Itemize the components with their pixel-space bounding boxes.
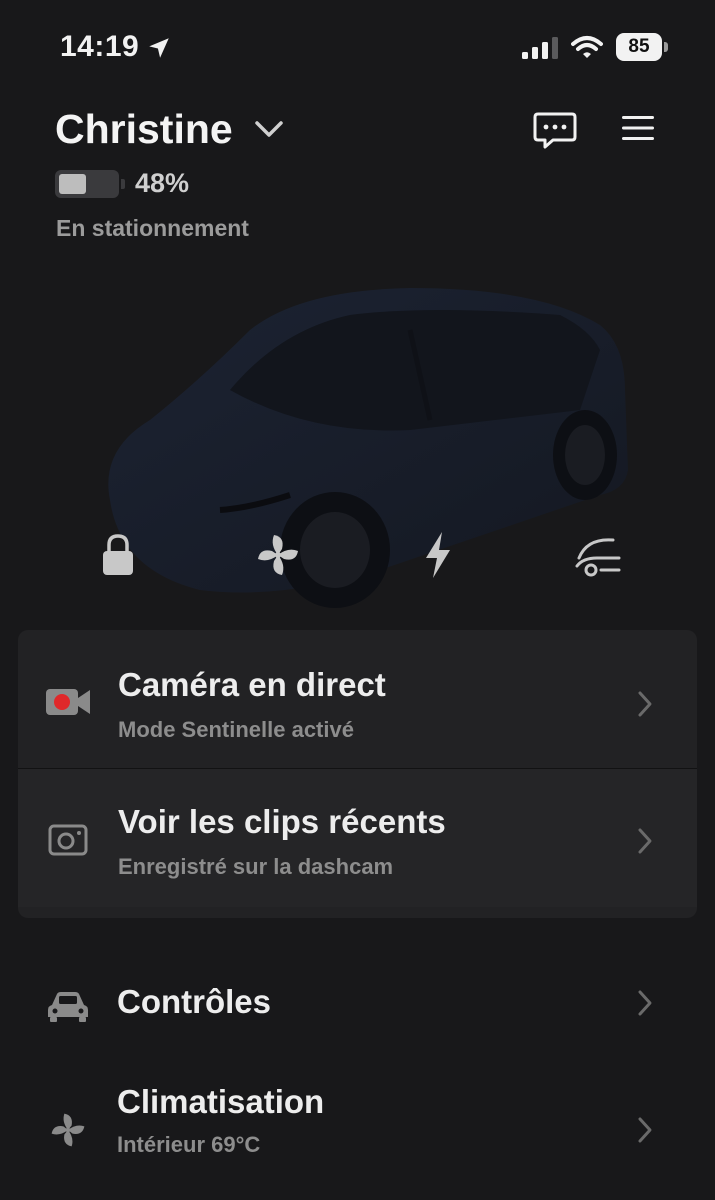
dashcam-icon [48, 824, 88, 856]
menu-icon[interactable] [621, 114, 655, 142]
fan-icon[interactable] [253, 530, 303, 580]
chevron-right-icon [638, 828, 652, 854]
recent-clips-subtitle: Enregistré sur la dashcam [118, 854, 394, 879]
cellular-signal-icon [522, 37, 558, 59]
vehicle-battery-icon [55, 170, 125, 198]
battery-icon: 85 [616, 33, 668, 61]
chat-icon[interactable] [533, 110, 577, 150]
video-camera-icon [46, 689, 90, 715]
camera-card: Caméra en direct Mode Sentinelle activé … [18, 630, 697, 918]
menu-item-controls[interactable]: Contrôles [0, 945, 715, 1065]
vehicle-status: En stationnement [56, 215, 249, 241]
frunk-open-icon[interactable] [573, 530, 623, 580]
recent-clips-row[interactable]: Voir les clips récents Enregistré sur la… [18, 769, 697, 907]
vehicle-name[interactable]: Christine [55, 106, 233, 153]
chevron-right-icon [638, 1117, 652, 1143]
wifi-icon [571, 36, 603, 58]
status-time: 14:19 [60, 30, 140, 63]
vehicle-battery-percent: 48% [135, 168, 190, 198]
lightning-icon[interactable] [413, 530, 463, 580]
status-battery-level: 85 [616, 33, 662, 61]
chevron-right-icon [638, 691, 652, 717]
live-camera-title: Caméra en direct [118, 666, 386, 703]
location-arrow-icon [149, 38, 169, 58]
chevron-down-icon[interactable] [252, 115, 286, 143]
menu-item-climate-subtitle: Intérieur 69°C [117, 1132, 261, 1157]
menu-item-controls-label: Contrôles [117, 983, 272, 1020]
status-bar: 14:19 85 [0, 0, 715, 95]
vehicle-battery-fill [59, 174, 86, 194]
live-camera-row[interactable]: Caméra en direct Mode Sentinelle activé [18, 630, 697, 768]
chevron-right-icon [638, 990, 652, 1016]
menu-item-climate[interactable]: Climatisation Intérieur 69°C [0, 1070, 715, 1190]
quick-actions [0, 520, 715, 590]
live-camera-subtitle: Mode Sentinelle activé [118, 717, 354, 742]
recent-clips-title: Voir les clips récents [118, 803, 446, 840]
fan-icon [51, 1113, 85, 1147]
lock-icon[interactable] [93, 530, 143, 580]
menu-item-climate-label: Climatisation [117, 1083, 325, 1120]
car-icon [48, 992, 88, 1022]
